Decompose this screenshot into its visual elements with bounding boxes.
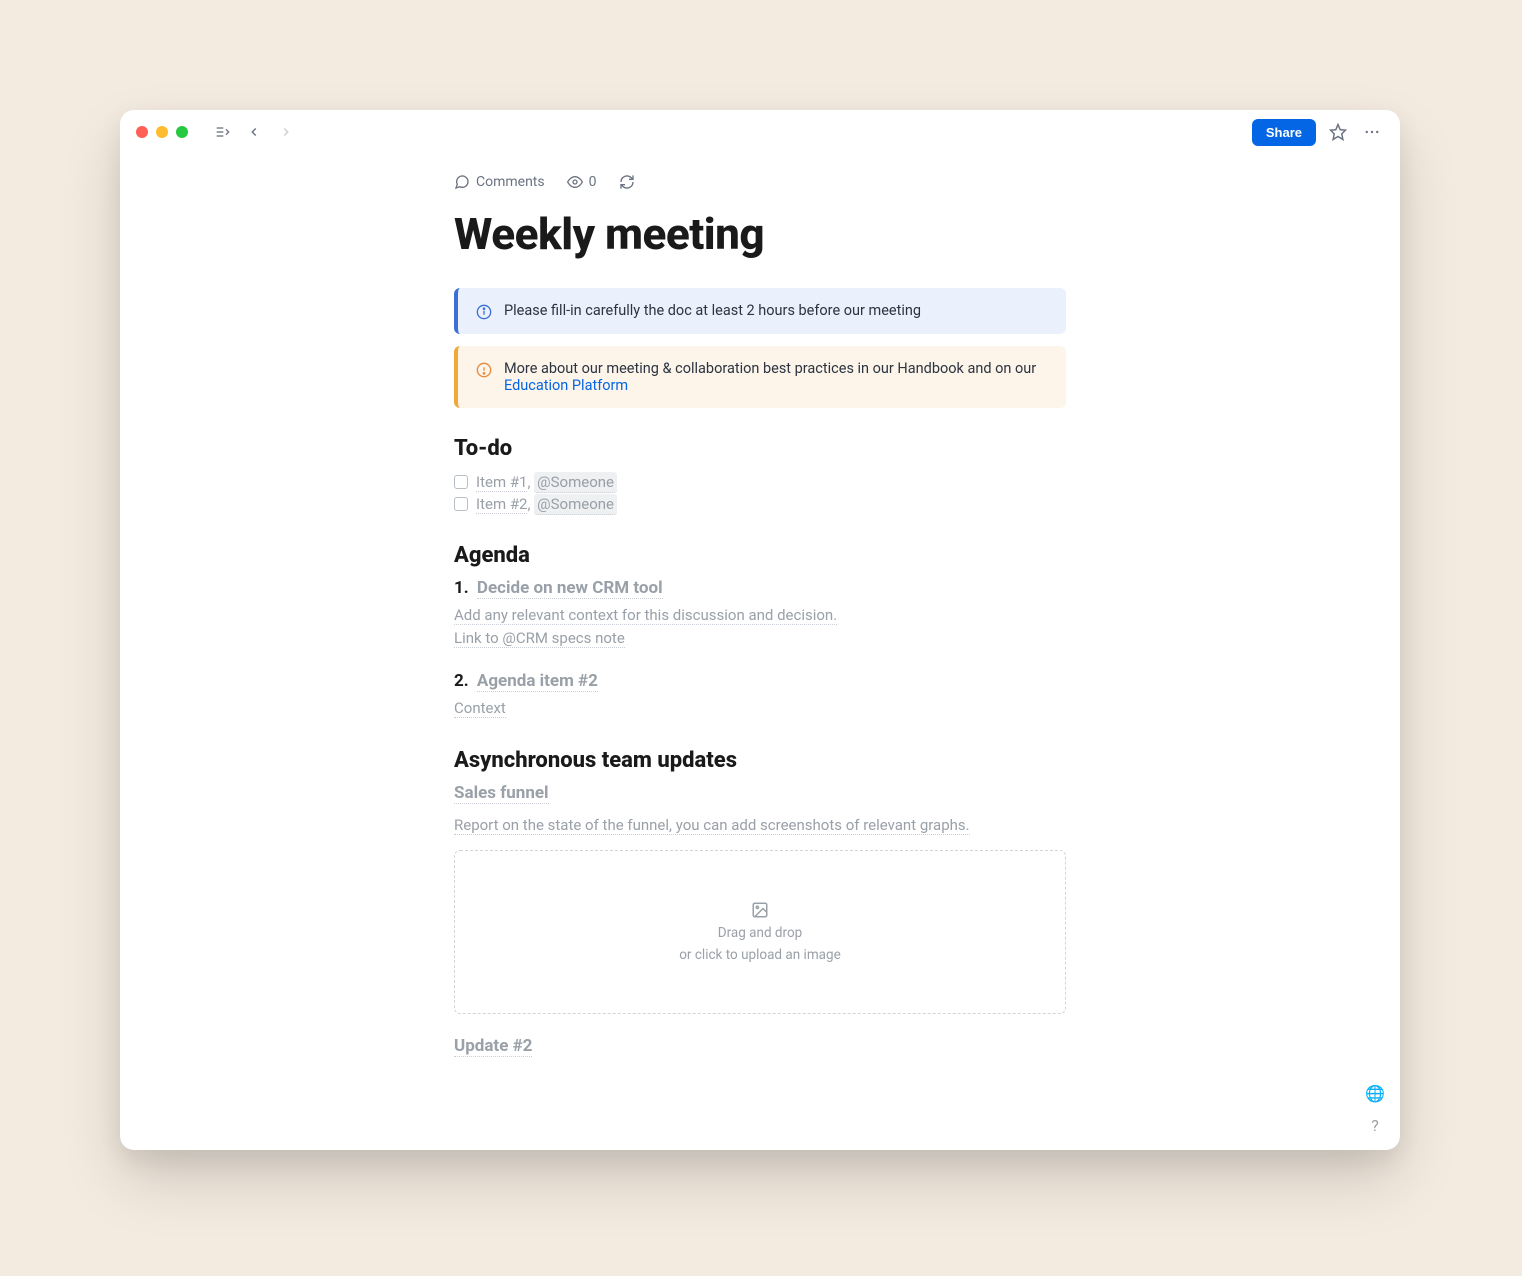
page-title[interactable]: Weekly meeting: [454, 208, 1066, 260]
comments-toggle[interactable]: Comments: [454, 174, 545, 190]
comments-label: Comments: [476, 174, 545, 190]
agenda-item[interactable]: 1. Decide on new CRM tool Add any releva…: [454, 578, 1066, 649]
checkbox-icon[interactable]: [454, 497, 468, 511]
more-menu-icon[interactable]: [1360, 120, 1384, 144]
titlebar-left: [136, 120, 298, 144]
section-async: Asynchronous team updates: [454, 748, 1066, 773]
chat-icon: [454, 174, 470, 190]
agenda-item-body: Context: [454, 697, 1066, 720]
update-body: Report on the state of the funnel, you c…: [454, 814, 1066, 837]
section-todo: To-do: [454, 436, 1066, 461]
checkbox-icon[interactable]: [454, 475, 468, 489]
maximize-window-icon[interactable]: [176, 126, 188, 138]
titlebar: Share: [120, 110, 1400, 154]
floating-actions: 🌐 ?: [1364, 1082, 1386, 1136]
section-agenda: Agenda: [454, 543, 1066, 568]
info-icon: [476, 304, 492, 320]
callout-info-text: Please fill-in carefully the doc at leas…: [504, 302, 921, 319]
favorite-star-icon[interactable]: [1326, 120, 1350, 144]
update-title-wrap: Sales funnel: [454, 783, 1066, 810]
callout-warning: More about our meeting & collaboration b…: [454, 346, 1066, 408]
update-title: Update #2: [454, 1036, 532, 1057]
mention[interactable]: @Someone: [534, 472, 617, 493]
minimize-window-icon[interactable]: [156, 126, 168, 138]
update-title: Sales funnel: [454, 783, 549, 804]
document-body: Comments 0 Weekly meeting: [454, 174, 1066, 1145]
agenda-item-title: 2. Agenda item #2: [454, 671, 1066, 691]
document-content: Comments 0 Weekly meeting: [120, 154, 1400, 1150]
refresh-icon: [619, 174, 635, 190]
update-title-wrap: Update #2: [454, 1036, 1066, 1063]
eye-icon: [567, 174, 583, 190]
education-platform-link[interactable]: Education Platform: [504, 377, 628, 394]
update-item[interactable]: Sales funnel Report on the state of the …: [454, 783, 1066, 1015]
todo-list: Item #1, @Someone Item #2, @Someone: [454, 471, 1066, 515]
refresh-button[interactable]: [619, 174, 635, 190]
warning-icon: [476, 362, 492, 378]
dropzone-line1: Drag and drop: [718, 925, 803, 941]
update-item[interactable]: Update #2: [454, 1036, 1066, 1063]
window-traffic-lights: [136, 126, 188, 138]
todo-item[interactable]: Item #1, @Someone: [454, 471, 1066, 493]
mention[interactable]: @Someone: [534, 494, 617, 515]
todo-item[interactable]: Item #2, @Someone: [454, 493, 1066, 515]
agenda-item[interactable]: 2. Agenda item #2 Context: [454, 671, 1066, 720]
views-count: 0: [589, 174, 597, 190]
app-window: Share Comments: [120, 110, 1400, 1150]
views-counter[interactable]: 0: [567, 174, 597, 190]
image-icon: [751, 901, 769, 919]
dropzone-line2: or click to upload an image: [679, 947, 841, 963]
titlebar-right: Share: [1252, 119, 1384, 146]
callout-info: Please fill-in carefully the doc at leas…: [454, 288, 1066, 334]
help-icon[interactable]: ?: [1364, 1114, 1386, 1136]
close-window-icon[interactable]: [136, 126, 148, 138]
sidebar-toggle-icon[interactable]: [210, 120, 234, 144]
callout-warning-text: More about our meeting & collaboration b…: [504, 360, 1048, 394]
back-button[interactable]: [242, 120, 266, 144]
share-button[interactable]: Share: [1252, 119, 1316, 146]
globe-icon[interactable]: 🌐: [1364, 1082, 1386, 1104]
doc-meta: Comments 0: [454, 174, 1066, 190]
image-dropzone[interactable]: Drag and drop or click to upload an imag…: [454, 850, 1066, 1014]
agenda-item-title: 1. Decide on new CRM tool: [454, 578, 1066, 598]
forward-button: [274, 120, 298, 144]
agenda-item-body: Add any relevant context for this discus…: [454, 604, 1066, 649]
